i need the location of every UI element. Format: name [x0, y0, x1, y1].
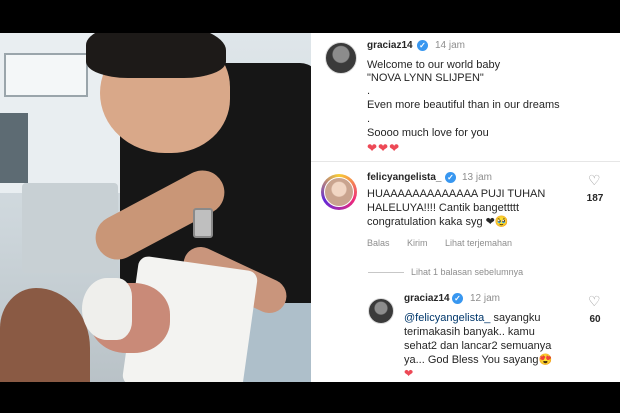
reply-text: sayangku: [490, 312, 541, 324]
comments-panel: graciaz14 ✓ 14 jam Welcome to our world …: [311, 33, 620, 382]
divider: [311, 161, 620, 162]
reply-line: ya... God Bless You sayang😍: [404, 354, 553, 366]
reply-line: terimakasih banyak.. kamu: [404, 326, 535, 338]
caption-line: .: [367, 85, 371, 97]
see-translation-button[interactable]: Lihat terjemahan: [445, 238, 512, 248]
reply-line: @felicyangelista_ sayangku: [404, 312, 541, 325]
caption-hearts: ❤❤❤: [367, 141, 401, 155]
post-username[interactable]: graciaz14: [367, 40, 413, 51]
post-photo: [0, 33, 311, 382]
wristwatch: [193, 208, 213, 238]
post-time[interactable]: 14 jam: [435, 40, 465, 51]
wall-cabinet: [4, 53, 88, 97]
caption-line: Welcome to our world baby: [367, 59, 501, 71]
verified-badge-icon: ✓: [445, 172, 456, 183]
avatar-image: [324, 177, 354, 207]
medical-equipment: [0, 113, 28, 183]
baby-cap: [82, 278, 132, 340]
reply-username[interactable]: graciaz14: [404, 293, 450, 304]
reply-time[interactable]: 12 jam: [470, 293, 500, 304]
heart-outline-icon[interactable]: ♡: [588, 172, 601, 189]
verified-badge-icon: ✓: [452, 293, 463, 304]
mention-link[interactable]: @felicyangelista_: [404, 312, 490, 324]
send-button[interactable]: Kirim: [407, 238, 428, 248]
post-caption: graciaz14 ✓ 14 jam Welcome to our world …: [311, 33, 620, 161]
caption-line: .: [367, 113, 371, 125]
father-hair: [86, 33, 226, 78]
like-count: 60: [589, 314, 601, 325]
avatar[interactable]: [321, 174, 357, 210]
avatar[interactable]: [325, 42, 357, 74]
comment-line: HUAAAAAAAAAAAAA PUJI TUHAN: [367, 188, 546, 200]
replies-divider: [368, 272, 404, 273]
caption-line: "NOVA LYNN SLIJPEN": [367, 72, 484, 84]
comment-username[interactable]: felicyangelista_: [367, 172, 441, 183]
mother-figure: [0, 288, 90, 382]
letterbox-bottom: [0, 382, 620, 413]
like-count: 187: [586, 193, 604, 204]
heart-outline-icon[interactable]: ♡: [588, 293, 601, 310]
caption-line: Soooo much love for you: [367, 127, 489, 139]
letterbox-top: [0, 0, 620, 33]
comment-line: HALELUYA!!!! Cantik bangettttt: [367, 202, 520, 214]
reply-line: ❤: [404, 368, 414, 380]
avatar[interactable]: [368, 298, 394, 324]
comment-line: congratulation kaka syg ❤🥹: [367, 216, 509, 228]
reply-button[interactable]: Balas: [367, 238, 390, 248]
caption-line: Even more beautiful than in our dreams: [367, 99, 560, 111]
reply-line: sehat2 dan lancar2 semuanya: [404, 340, 552, 352]
comment-time[interactable]: 13 jam: [462, 172, 492, 183]
view-previous-replies-button[interactable]: Lihat 1 balasan sebelumnya: [411, 267, 523, 277]
verified-badge-icon: ✓: [417, 40, 428, 51]
